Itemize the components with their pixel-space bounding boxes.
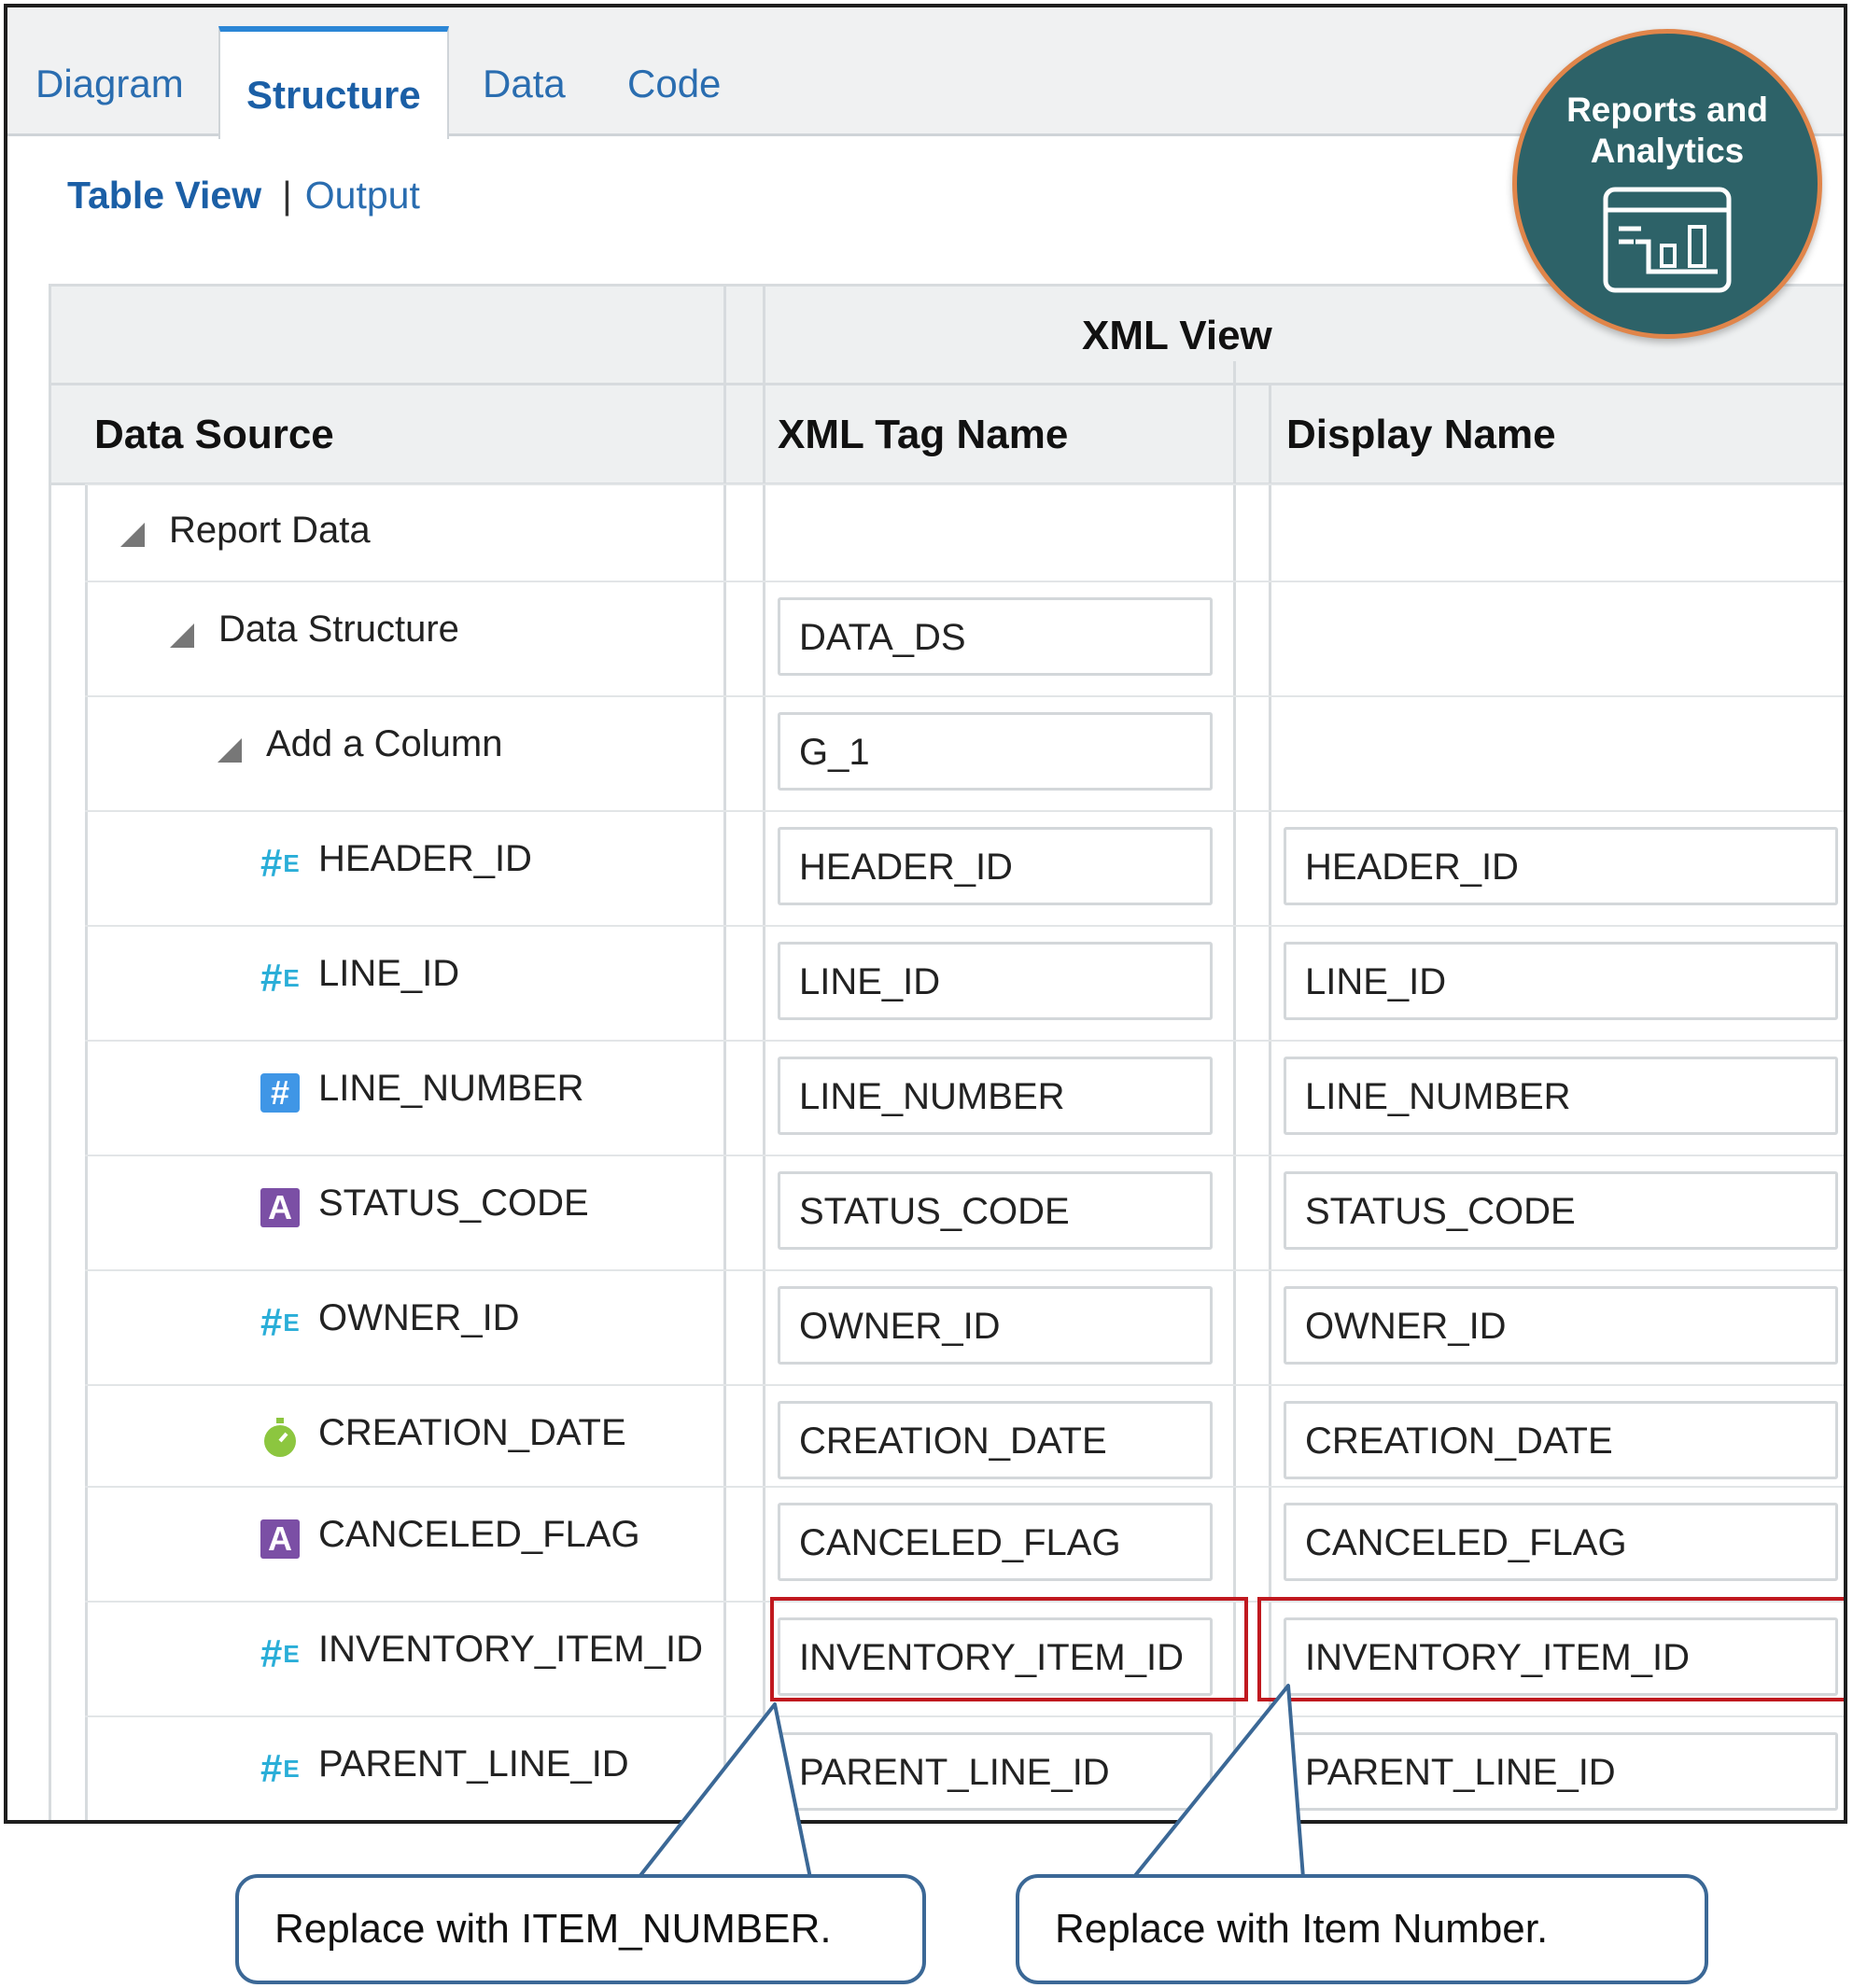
- callout-xml-tag: Replace with ITEM_NUMBER.: [235, 1874, 926, 1984]
- callout-pointer-display: [1131, 1684, 1305, 1880]
- callout-display-name: Replace with Item Number.: [1016, 1874, 1708, 1984]
- callout-connectors: [637, 1684, 1305, 1880]
- callout-pointer-xml: [637, 1702, 812, 1880]
